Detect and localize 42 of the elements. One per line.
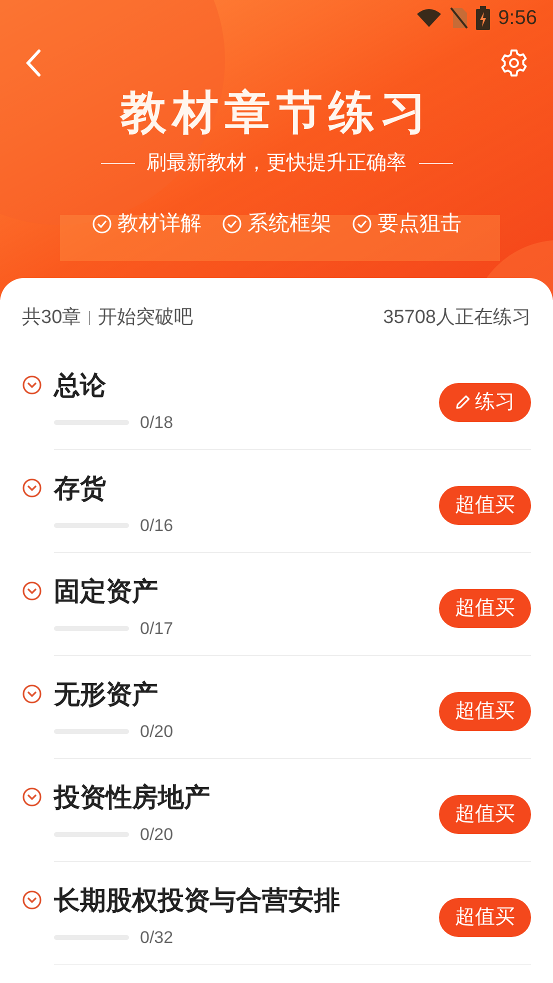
feature-label: 要点狙击 xyxy=(378,211,462,237)
chapter-title: 存货 xyxy=(54,472,106,504)
check-circle-icon xyxy=(222,214,242,234)
feature-label: 教材详解 xyxy=(118,211,202,237)
check-circle-icon xyxy=(92,214,112,234)
wifi-icon xyxy=(416,8,442,28)
page-title: 教材章节练习 xyxy=(120,85,432,140)
chevron-circle-icon[interactable] xyxy=(22,786,42,806)
pencil-icon xyxy=(455,394,471,410)
chevron-circle-icon[interactable] xyxy=(22,478,42,498)
practice-button[interactable]: 练习 xyxy=(439,382,531,422)
buy-button[interactable]: 超值买 xyxy=(439,692,531,730)
chapter-title: 长期股权投资与合营安排 xyxy=(54,884,340,916)
progress-count: 0/32 xyxy=(140,926,174,948)
chevron-circle-icon[interactable] xyxy=(22,890,42,910)
buy-button[interactable]: 超值买 xyxy=(439,898,531,936)
status-time: 9:56 xyxy=(498,6,537,31)
progress-count: 0/18 xyxy=(140,412,174,434)
buy-button[interactable]: 超值买 xyxy=(439,486,531,524)
buy-button[interactable]: 超值买 xyxy=(439,588,531,628)
chapter-title: 无形资产 xyxy=(54,678,158,710)
chapter-title: 总论 xyxy=(54,368,106,402)
settings-icon[interactable] xyxy=(499,48,529,78)
back-icon[interactable] xyxy=(24,48,42,78)
check-circle-icon xyxy=(352,214,372,234)
slogan: 开始突破吧 xyxy=(98,306,194,330)
progress-count: 0/16 xyxy=(140,514,174,536)
chevron-circle-icon[interactable] xyxy=(22,580,42,600)
progress-count: 0/20 xyxy=(140,720,174,742)
chevron-circle-icon[interactable] xyxy=(22,684,42,704)
learner-count: 35708人正在练习 xyxy=(383,306,531,330)
progress-count: 0/17 xyxy=(140,618,174,640)
chapter-count: 共30章 xyxy=(22,306,82,330)
no-sim-icon xyxy=(450,7,468,29)
progress-count: 0/20 xyxy=(140,824,174,846)
feature-label: 系统框架 xyxy=(248,211,332,237)
chapter-title: 固定资产 xyxy=(54,574,158,608)
page-subtitle: 刷最新教材，更快提升正确率 xyxy=(146,151,406,176)
chevron-circle-icon[interactable] xyxy=(22,374,42,394)
buy-button[interactable]: 超值买 xyxy=(439,794,531,834)
battery-icon xyxy=(476,6,490,30)
chapter-title: 投资性房地产 xyxy=(54,780,210,814)
